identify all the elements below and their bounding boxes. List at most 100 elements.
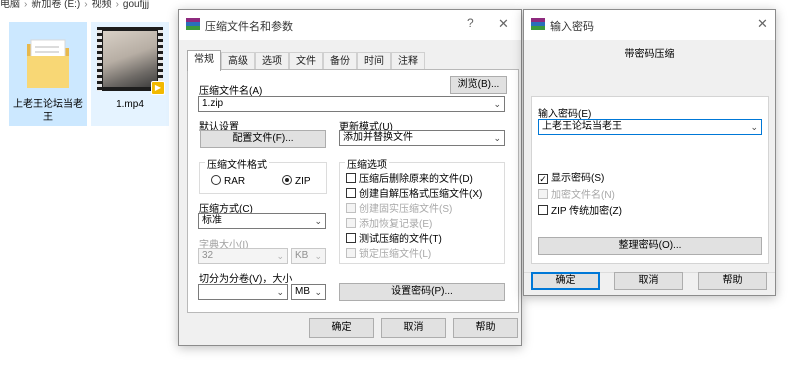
dict-size-select: 32 ⌄ <box>198 248 288 264</box>
zip-legacy-checkbox[interactable]: ZIP 传统加密(Z) <box>538 205 622 218</box>
close-icon[interactable]: ✕ <box>498 16 509 32</box>
folder-item[interactable]: 上老王论坛当老王 <box>9 22 87 126</box>
breadcrumb-item[interactable]: 新加卷 (E:) <box>31 0 80 10</box>
password-label: 输入密码(E) <box>538 109 592 120</box>
rar-radio[interactable]: RAR <box>211 175 245 188</box>
ok-button[interactable]: 确定 <box>531 272 600 290</box>
checkbox-indicator <box>346 233 356 243</box>
profiles-button[interactable]: 配置文件(F)... <box>200 130 326 148</box>
archive-name-value: 1.zip <box>202 98 224 109</box>
title-bar: 压缩文件名和参数 ? ✕ <box>179 10 521 40</box>
zip-radio[interactable]: ZIP <box>282 175 311 188</box>
chevron-down-icon: ⌄ <box>750 122 758 132</box>
password-dialog: 输入密码 ✕ 带密码压缩 输入密码(E) 上老王论坛当老王 ⌄ ✓ 显示密码(S)… <box>523 9 776 296</box>
set-password-button[interactable]: 设置密码(P)... <box>339 283 505 301</box>
close-icon[interactable]: ✕ <box>757 16 768 32</box>
help-button[interactable]: 帮助 <box>453 318 518 338</box>
option-checkbox[interactable]: 创建自解压格式压缩文件(X) <box>346 188 482 201</box>
tab-backup[interactable]: 备份 <box>323 52 357 70</box>
checkbox-indicator <box>346 173 356 183</box>
general-panel: 压缩文件名(A) 浏览(B)... 1.zip ⌄ 默认设置 配置文件(F)..… <box>187 69 519 313</box>
dict-unit-value: KB <box>295 250 309 261</box>
winrar-icon <box>186 18 200 31</box>
split-label: 切分为分卷(V)，大小 <box>199 274 293 285</box>
chevron-down-icon: ⌄ <box>314 251 322 261</box>
option-checkbox[interactable]: 压缩后删除原来的文件(D) <box>346 173 473 186</box>
dict-unit-select: KB ⌄ <box>291 248 326 264</box>
zip-label: ZIP <box>295 176 311 187</box>
method-value: 标准 <box>202 215 222 226</box>
browse-button[interactable]: 浏览(B)... <box>450 76 507 94</box>
archive-name-field[interactable]: 1.zip ⌄ <box>198 96 505 112</box>
update-mode-value: 添加并替换文件 <box>343 132 413 143</box>
chevron-down-icon: ⌄ <box>314 287 322 297</box>
options-group: 压缩选项 压缩后删除原来的文件(D) 创建自解压格式压缩文件(X) 创建固实压缩… <box>339 156 505 264</box>
checkbox-checked-icon: ✓ <box>538 174 548 184</box>
option-checkbox: 添加恢复记录(E) <box>346 218 432 231</box>
media-player-badge-icon: ▶ <box>151 81 165 95</box>
checkbox-indicator <box>346 203 356 213</box>
options-group-title: 压缩选项 <box>345 156 389 171</box>
tab-files[interactable]: 文件 <box>289 52 323 70</box>
cancel-button[interactable]: 取消 <box>614 272 683 290</box>
breadcrumb-separator: › <box>24 0 28 10</box>
breadcrumb-item[interactable]: 视频 <box>92 0 112 10</box>
format-group-title: 压缩文件格式 <box>205 156 269 171</box>
dict-size-value: 32 <box>202 250 214 261</box>
dialog-title: 压缩文件名和参数 <box>205 21 293 33</box>
checkbox-indicator <box>346 248 356 258</box>
chevron-down-icon: ⌄ <box>276 287 284 297</box>
help-icon[interactable]: ? <box>467 16 474 30</box>
ok-button[interactable]: 确定 <box>309 318 374 338</box>
chevron-down-icon: ⌄ <box>493 133 501 143</box>
show-password-checkbox[interactable]: ✓ 显示密码(S) <box>538 173 604 185</box>
checkbox-indicator <box>538 189 548 199</box>
rar-label: RAR <box>224 176 246 187</box>
radio-indicator <box>211 175 221 185</box>
archive-name-label: 压缩文件名(A) <box>199 86 263 97</box>
file-name: 上老王论坛当老王 <box>13 99 83 123</box>
option-checkbox: 锁定压缩文件(L) <box>346 248 431 261</box>
tab-general[interactable]: 常规 <box>187 50 221 71</box>
video-file-item[interactable]: ▶ 1.mp4 <box>91 22 169 126</box>
split-unit-select[interactable]: MB ⌄ <box>291 284 326 300</box>
file-name: 1.mp4 <box>116 99 144 110</box>
help-button[interactable]: 帮助 <box>698 272 767 290</box>
organize-passwords-button[interactable]: 整理密码(O)... <box>538 237 762 255</box>
video-thumbnail-icon: ▶ <box>97 27 165 95</box>
breadcrumb-item[interactable]: goufjjj <box>123 0 149 10</box>
method-select[interactable]: 标准 ⌄ <box>198 213 326 229</box>
dialog-subtitle: 带密码压缩 <box>624 49 675 60</box>
chevron-down-icon: ⌄ <box>276 251 284 261</box>
breadcrumb-item[interactable]: 电脑 <box>0 0 20 10</box>
cancel-button[interactable]: 取消 <box>381 318 446 338</box>
radio-indicator <box>282 175 292 185</box>
password-input[interactable]: 上老王论坛当老王 ⌄ <box>538 119 762 135</box>
breadcrumb: 电脑 › 新加卷 (E:) › 视频 › goufjjj <box>0 0 200 10</box>
split-size-field[interactable]: ⌄ <box>198 284 288 300</box>
password-panel: 输入密码(E) 上老王论坛当老王 ⌄ ✓ 显示密码(S) 加密文件名(N) ZIP… <box>531 96 769 264</box>
split-unit-value: MB <box>295 286 310 297</box>
breadcrumb-separator: › <box>84 0 88 10</box>
winrar-icon <box>531 18 545 31</box>
chevron-down-icon: ⌄ <box>314 216 322 226</box>
checkbox-indicator <box>346 218 356 228</box>
tab-time[interactable]: 时间 <box>357 52 391 70</box>
update-mode-select[interactable]: 添加并替换文件 ⌄ <box>339 130 505 146</box>
tab-options[interactable]: 选项 <box>255 52 289 70</box>
folder-icon <box>27 39 69 88</box>
option-checkbox: 创建固实压缩文件(S) <box>346 203 452 216</box>
breadcrumb-separator: › <box>115 0 119 10</box>
title-bar: 输入密码 ✕ <box>524 10 775 40</box>
checkbox-indicator <box>346 188 356 198</box>
chevron-down-icon: ⌄ <box>493 99 501 109</box>
format-group: 压缩文件格式 RAR ZIP <box>199 156 327 194</box>
tab-advanced[interactable]: 高级 <box>221 52 255 70</box>
option-checkbox[interactable]: 测试压缩的文件(T) <box>346 233 442 246</box>
dialog-title: 输入密码 <box>550 21 594 33</box>
encrypt-names-checkbox: 加密文件名(N) <box>538 189 615 202</box>
checkbox-indicator <box>538 205 548 215</box>
password-value: 上老王论坛当老王 <box>542 121 622 132</box>
tab-comment[interactable]: 注释 <box>391 52 425 70</box>
archive-dialog: 压缩文件名和参数 ? ✕ 常规 高级 选项 文件 备份 时间 注释 压缩文件名(… <box>178 9 522 346</box>
